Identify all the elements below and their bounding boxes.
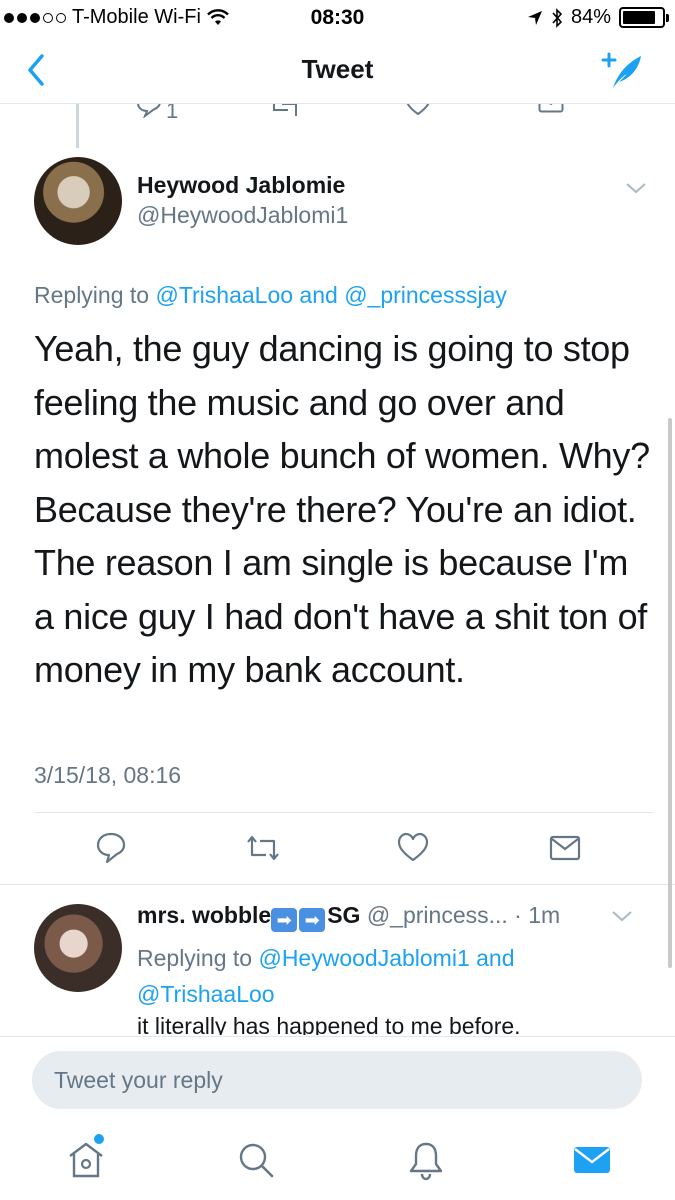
replying-to: Replying to @TrishaaLoo and @_princesssj… (34, 282, 507, 309)
like-icon[interactable] (404, 104, 432, 118)
reply-text: it literally has happened to me before. (137, 1013, 521, 1035)
replying-prefix: Replying to (137, 945, 259, 971)
tweet-text: Yeah, the guy dancing is going to stop f… (34, 328, 650, 690)
chevron-down-icon[interactable] (624, 180, 648, 196)
direct-message-icon[interactable] (548, 830, 582, 866)
reply-author-handle: @_princess... (366, 902, 508, 928)
divider (34, 812, 654, 813)
battery-fill (623, 11, 655, 24)
status-bar: T-Mobile Wi-Fi 08:30 84% (0, 0, 675, 36)
replying-and: and (293, 282, 345, 308)
notifications-icon[interactable] (404, 1138, 448, 1182)
divider (0, 884, 675, 885)
reply-composer (0, 1036, 675, 1120)
scrollbar[interactable] (668, 418, 672, 968)
retweet-icon[interactable] (244, 830, 282, 866)
right-arrow-emoji-icon: ➡ (299, 908, 326, 932)
replying-and: and (469, 945, 515, 971)
mention-link[interactable]: @HeywoodJablomi1 (258, 945, 469, 971)
mention-link[interactable]: @TrishaaLoo (155, 282, 293, 308)
author-name[interactable]: Heywood Jablomie (137, 172, 345, 199)
home-icon[interactable] (64, 1138, 108, 1182)
direct-message-icon[interactable] (538, 104, 564, 120)
nav-bar: Tweet (0, 36, 675, 104)
retweet-icon[interactable] (270, 104, 300, 120)
reply-icon[interactable] (94, 830, 128, 866)
reply-icon[interactable] (136, 104, 162, 118)
mention-link[interactable]: @_princesssjay (344, 282, 507, 308)
tab-bar (0, 1120, 675, 1200)
right-arrow-emoji-icon: ➡ (271, 908, 298, 932)
reply-box[interactable] (32, 1051, 642, 1109)
reply-count: 1 (166, 104, 179, 123)
avatar[interactable] (34, 904, 122, 992)
previous-tweet-actions: 1 (0, 104, 675, 126)
status-right: 84% (527, 6, 669, 29)
search-icon[interactable] (234, 1138, 278, 1182)
author-handle[interactable]: @HeywoodJablomi1 (137, 202, 348, 229)
reply-age: 1m (528, 902, 561, 928)
reply-input[interactable] (32, 1051, 642, 1109)
mention-link[interactable]: @TrishaaLoo (137, 981, 275, 1007)
battery-percent: 84% (570, 6, 611, 28)
location-arrow-icon (527, 10, 542, 25)
page-title: Tweet (301, 54, 374, 84)
reply-author-name-suffix: SG (327, 902, 361, 928)
tweet-actions (0, 830, 675, 870)
reply-separator: · (507, 902, 529, 928)
reply-author-line[interactable]: mrs. wobble ➡ ➡ SG @_princess... · 1m (137, 902, 560, 932)
bluetooth-icon (552, 7, 563, 28)
replying-prefix: Replying to (34, 282, 156, 308)
compose-tweet-icon[interactable] (599, 48, 645, 92)
chevron-down-icon[interactable] (610, 908, 634, 924)
reply-author-name: mrs. wobble (137, 902, 272, 928)
avatar[interactable] (34, 157, 122, 245)
tweet-timestamp: 3/15/18, 08:16 (34, 762, 182, 788)
messages-icon[interactable] (570, 1138, 614, 1182)
reply-replying-to: Replying to @HeywoodJablomi1 and @Trishaa… (137, 940, 607, 1012)
battery-icon (619, 7, 669, 28)
like-icon[interactable] (396, 830, 430, 866)
home-notification-dot (94, 1134, 104, 1144)
